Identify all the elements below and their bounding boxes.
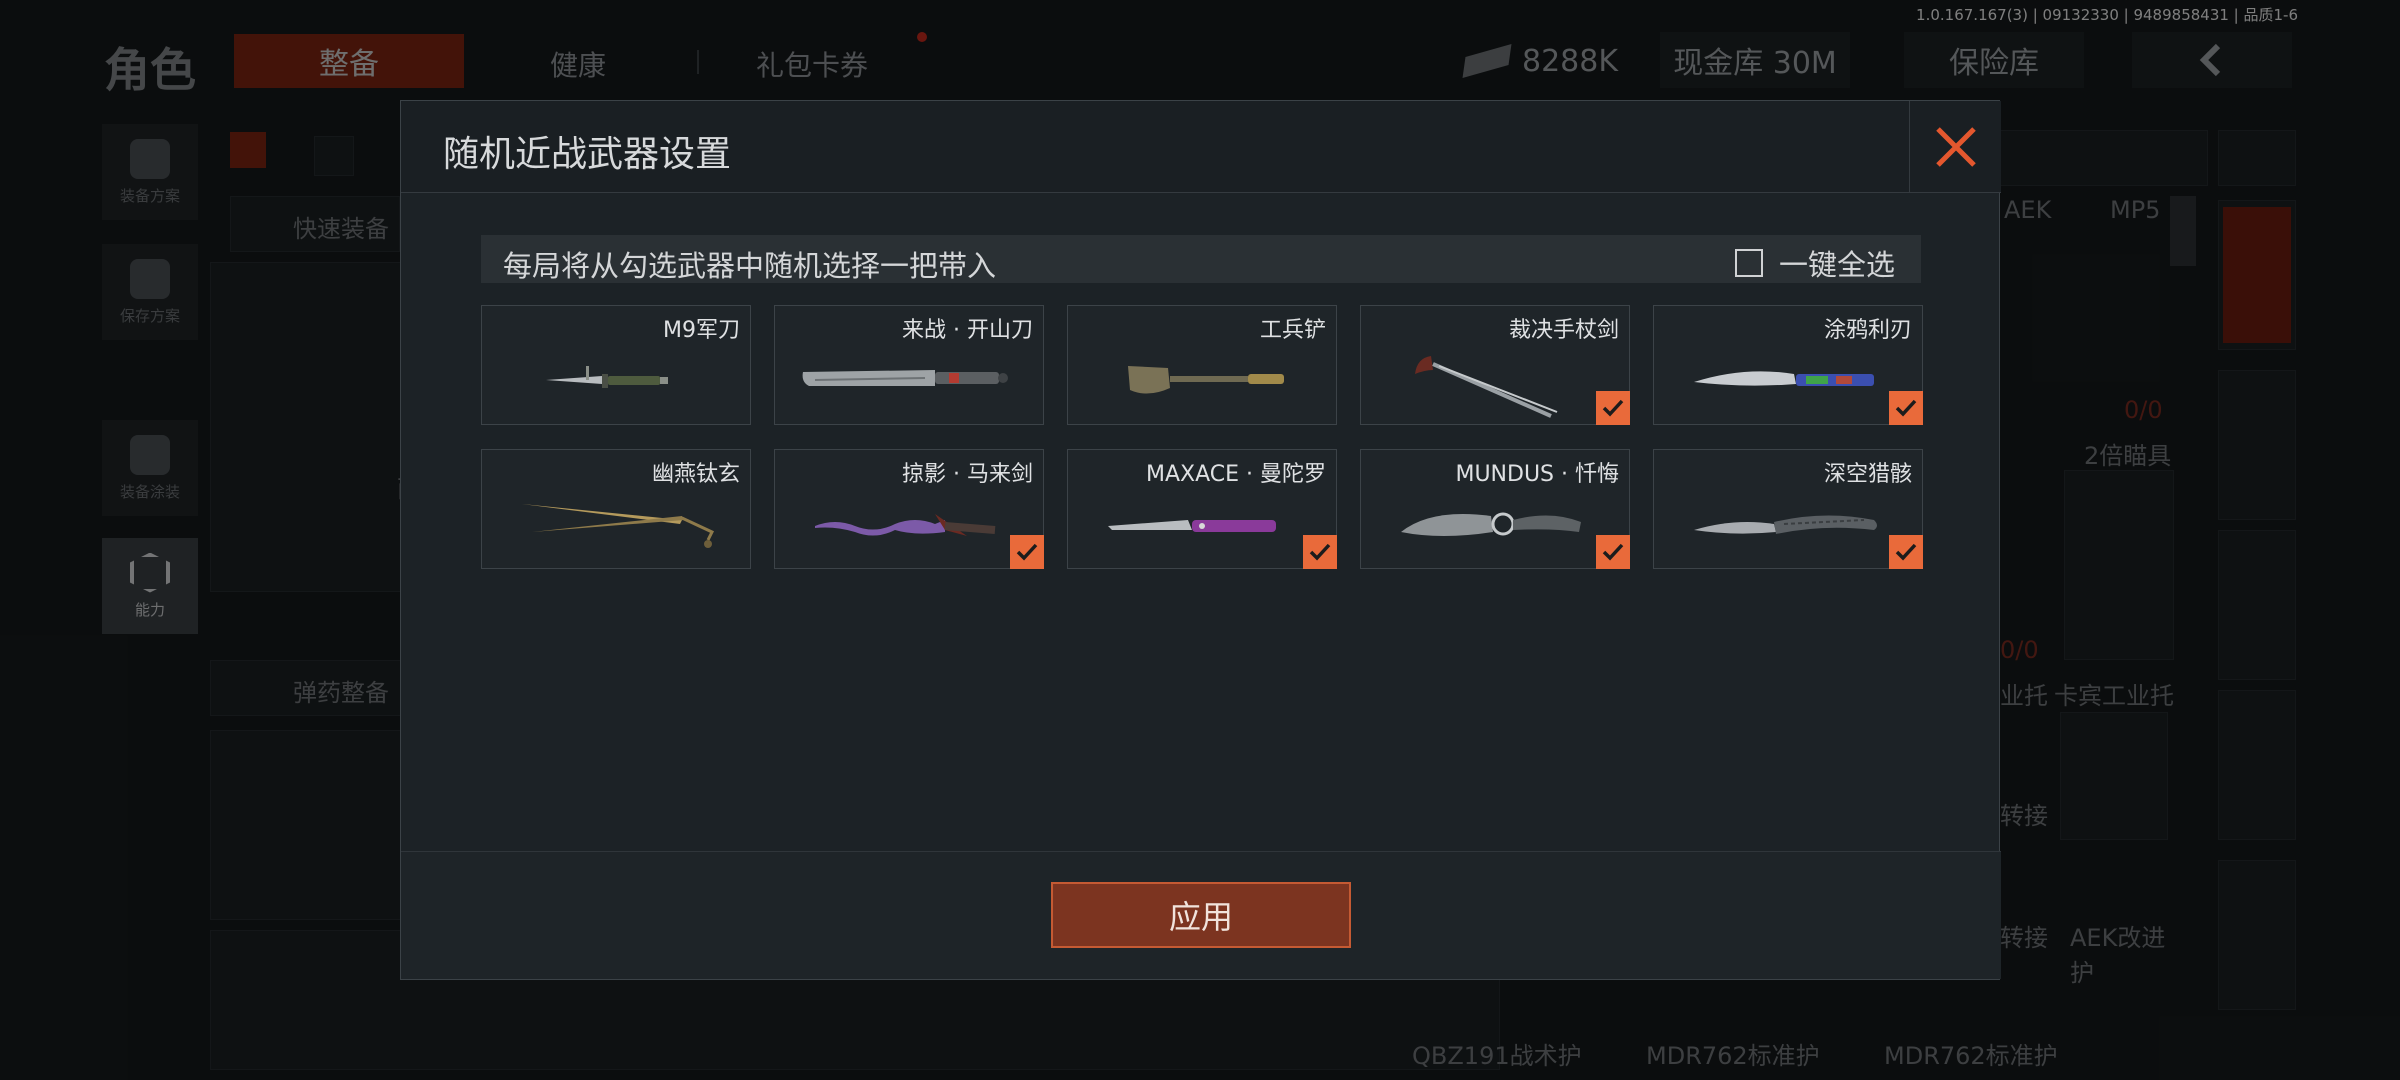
weapon-card[interactable]: MUNDUS · 忏悔 [1360,449,1630,569]
weapon-card[interactable]: 掠影 · 马来剑 [774,449,1044,569]
checked-badge[interactable] [1303,535,1337,569]
weapon-card[interactable]: 裁决手杖剑 [1360,305,1630,425]
weapon-card[interactable]: 涂鸦利刃 [1653,305,1923,425]
graffiti-blade-icon [1694,371,1874,386]
checked-badge[interactable] [1010,535,1044,569]
weapon-card[interactable]: 来战 · 开山刀 [774,305,1044,425]
dialog-header: 随机近战武器设置 [401,101,2001,193]
curved-dagger-icon [1694,515,1877,534]
weapon-card[interactable]: 工兵铲 [1067,305,1337,425]
instruction-text: 每局将从勾选武器中随机选择一把带入 [503,249,997,283]
checkmark-icon [1895,543,1917,561]
weapon-card[interactable]: 幽燕钛玄 [481,449,751,569]
random-melee-dialog: 随机近战武器设置 每局将从勾选武器中随机选择一把带入 一键全选 M9军刀 来战 … [400,100,2001,980]
apply-button[interactable]: 应用 [1051,882,1351,948]
ornate-knife-icon [1401,512,1581,536]
checked-badge[interactable] [1596,391,1630,425]
checkmark-icon [1309,543,1331,561]
dialog-title: 随机近战武器设置 [443,134,732,175]
checked-badge[interactable] [1889,535,1923,569]
weapon-card[interactable]: 深空猎骸 [1653,449,1923,569]
close-button[interactable] [1909,101,2001,193]
weapon-grid: M9军刀 来战 · 开山刀 工兵铲 裁决手杖剑 涂鸦利刃 幽燕钛玄 掠影 · 马… [481,305,1923,569]
checkmark-icon [1016,543,1038,561]
machete-icon [802,370,1008,386]
checkmark-icon [1602,399,1624,417]
checked-badge[interactable] [1596,535,1630,569]
checkmark-icon [1895,399,1917,417]
select-all-label: 一键全选 [1778,248,1895,282]
kris-sword-icon [815,514,996,536]
select-all-checkbox[interactable]: 一键全选 [1734,242,1895,284]
bayonet-icon [546,366,668,388]
folding-knife-icon [1108,520,1276,532]
twin-blade-icon [522,504,715,548]
instruction-bar: 每局将从勾选武器中随机选择一把带入 一键全选 [481,235,1921,283]
checked-badge[interactable] [1889,391,1923,425]
close-icon [1935,127,1976,167]
weapon-card[interactable]: M9军刀 [481,305,751,425]
checkmark-icon [1602,543,1624,561]
dialog-footer: 应用 [401,851,2001,979]
weapon-card[interactable]: MAXACE · 曼陀罗 [1067,449,1337,569]
cane-sword-icon [1415,356,1558,418]
shovel-icon [1128,366,1284,394]
checkbox-box[interactable] [1734,249,1763,277]
